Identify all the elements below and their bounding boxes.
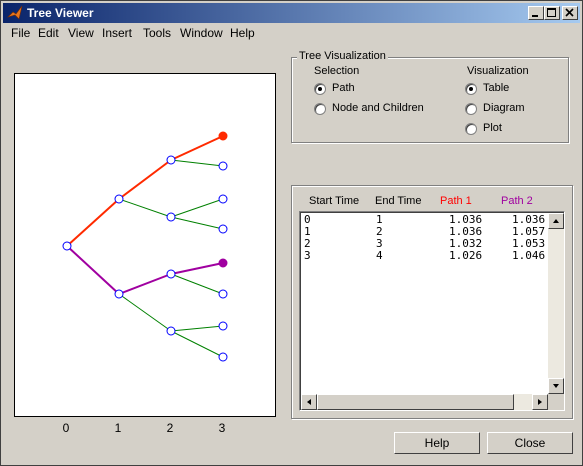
- menu-window[interactable]: Window: [180, 26, 223, 40]
- path-2-end-node[interactable]: [218, 258, 228, 268]
- path-2-edge: [170, 262, 224, 275]
- path-1-end-node[interactable]: [218, 131, 228, 141]
- menu-help[interactable]: Help: [230, 26, 255, 40]
- path-1-edge: [170, 135, 224, 161]
- menu-bar: File Edit View Insert Tools Window Help: [3, 24, 580, 43]
- tree-node[interactable]: [166, 155, 176, 165]
- tree-edge: [170, 325, 224, 332]
- tree-edge: [170, 216, 224, 230]
- radio-circle: [465, 123, 477, 135]
- tree-viewer-window: Tree Viewer File Edit View Insert Tools …: [0, 0, 583, 466]
- menu-insert[interactable]: Insert: [102, 26, 132, 40]
- visualization-title: Visualization: [467, 65, 529, 77]
- column-header-end-time: End Time: [375, 195, 422, 207]
- tree-diagram: [62, 131, 228, 362]
- radio-selected-dot: [469, 87, 473, 91]
- window-title: Tree Viewer: [27, 6, 94, 20]
- tree-node[interactable]: [218, 352, 228, 362]
- tree-node[interactable]: [114, 194, 124, 204]
- scroll-up-button[interactable]: [548, 213, 564, 229]
- selection-title: Selection: [314, 65, 360, 77]
- column-header-path-1: Path 1: [440, 195, 472, 207]
- radio-circle: [465, 83, 477, 95]
- scroll-right-button[interactable]: [532, 394, 548, 410]
- tree-edge: [170, 330, 224, 358]
- x-tick-label: 1: [114, 421, 122, 435]
- scroll-left-button[interactable]: [301, 394, 317, 410]
- path-2-edge: [118, 273, 172, 295]
- x-tick-label: 0: [62, 421, 70, 435]
- menu-tools[interactable]: Tools: [143, 26, 171, 40]
- close-button[interactable]: Close: [487, 432, 573, 454]
- close-window-button[interactable]: [562, 6, 578, 20]
- minimize-button[interactable]: [528, 6, 544, 20]
- horizontal-scrollbar[interactable]: [301, 394, 548, 410]
- tree-edge: [170, 198, 224, 218]
- column-header-start-time: Start Time: [309, 195, 360, 207]
- radio-selected-dot: [318, 87, 322, 91]
- tree-node[interactable]: [166, 269, 176, 279]
- scrollbar-corner: [548, 394, 564, 410]
- tree-plot[interactable]: [14, 73, 276, 417]
- arrow-up-icon: [553, 219, 559, 223]
- x-tick-label: 2: [166, 421, 174, 435]
- menu-edit[interactable]: Edit: [38, 26, 59, 40]
- tree-node[interactable]: [218, 161, 228, 171]
- menu-file[interactable]: File: [11, 26, 30, 40]
- tree-edge: [118, 293, 172, 332]
- path-1-edge: [66, 198, 120, 247]
- tree-node[interactable]: [218, 289, 228, 299]
- help-button[interactable]: Help: [394, 432, 480, 454]
- tree-visualization-title: Tree Visualization: [297, 50, 388, 62]
- tree-edge: [118, 198, 172, 218]
- tree-node[interactable]: [114, 289, 124, 299]
- radio-circle: [465, 103, 477, 115]
- maximize-icon: [547, 8, 556, 17]
- tree-node[interactable]: [166, 326, 176, 336]
- tree-edge: [170, 159, 224, 167]
- radio-circle: [314, 103, 326, 115]
- scroll-down-button[interactable]: [548, 378, 564, 394]
- tree-node[interactable]: [166, 212, 176, 222]
- horizontal-scroll-thumb[interactable]: [317, 394, 514, 410]
- tree-edge: [170, 273, 224, 295]
- x-tick-label: 3: [218, 421, 226, 435]
- tree-node[interactable]: [218, 224, 228, 234]
- title-bar: Tree Viewer: [3, 3, 580, 23]
- vertical-scrollbar[interactable]: [548, 213, 564, 394]
- maximize-button[interactable]: [544, 6, 560, 20]
- radio-circle: [314, 83, 326, 95]
- tree-node[interactable]: [218, 194, 228, 204]
- arrow-left-icon: [307, 399, 311, 405]
- menu-view[interactable]: View: [68, 26, 94, 40]
- column-header-path-2: Path 2: [501, 195, 533, 207]
- tree-node[interactable]: [62, 241, 72, 251]
- arrow-down-icon: [553, 384, 559, 388]
- tree-node[interactable]: [218, 321, 228, 331]
- path-2-edge: [66, 245, 120, 295]
- close-icon: [565, 8, 574, 17]
- matlab-logo-icon: [7, 5, 23, 20]
- path-1-edge: [118, 159, 172, 200]
- minimize-icon: [532, 15, 538, 17]
- arrow-right-icon: [538, 399, 542, 405]
- path-table-listbox[interactable]: 0 1 1.036 1.036 1 2 1.036 1.057 2 3 1.03…: [299, 211, 565, 411]
